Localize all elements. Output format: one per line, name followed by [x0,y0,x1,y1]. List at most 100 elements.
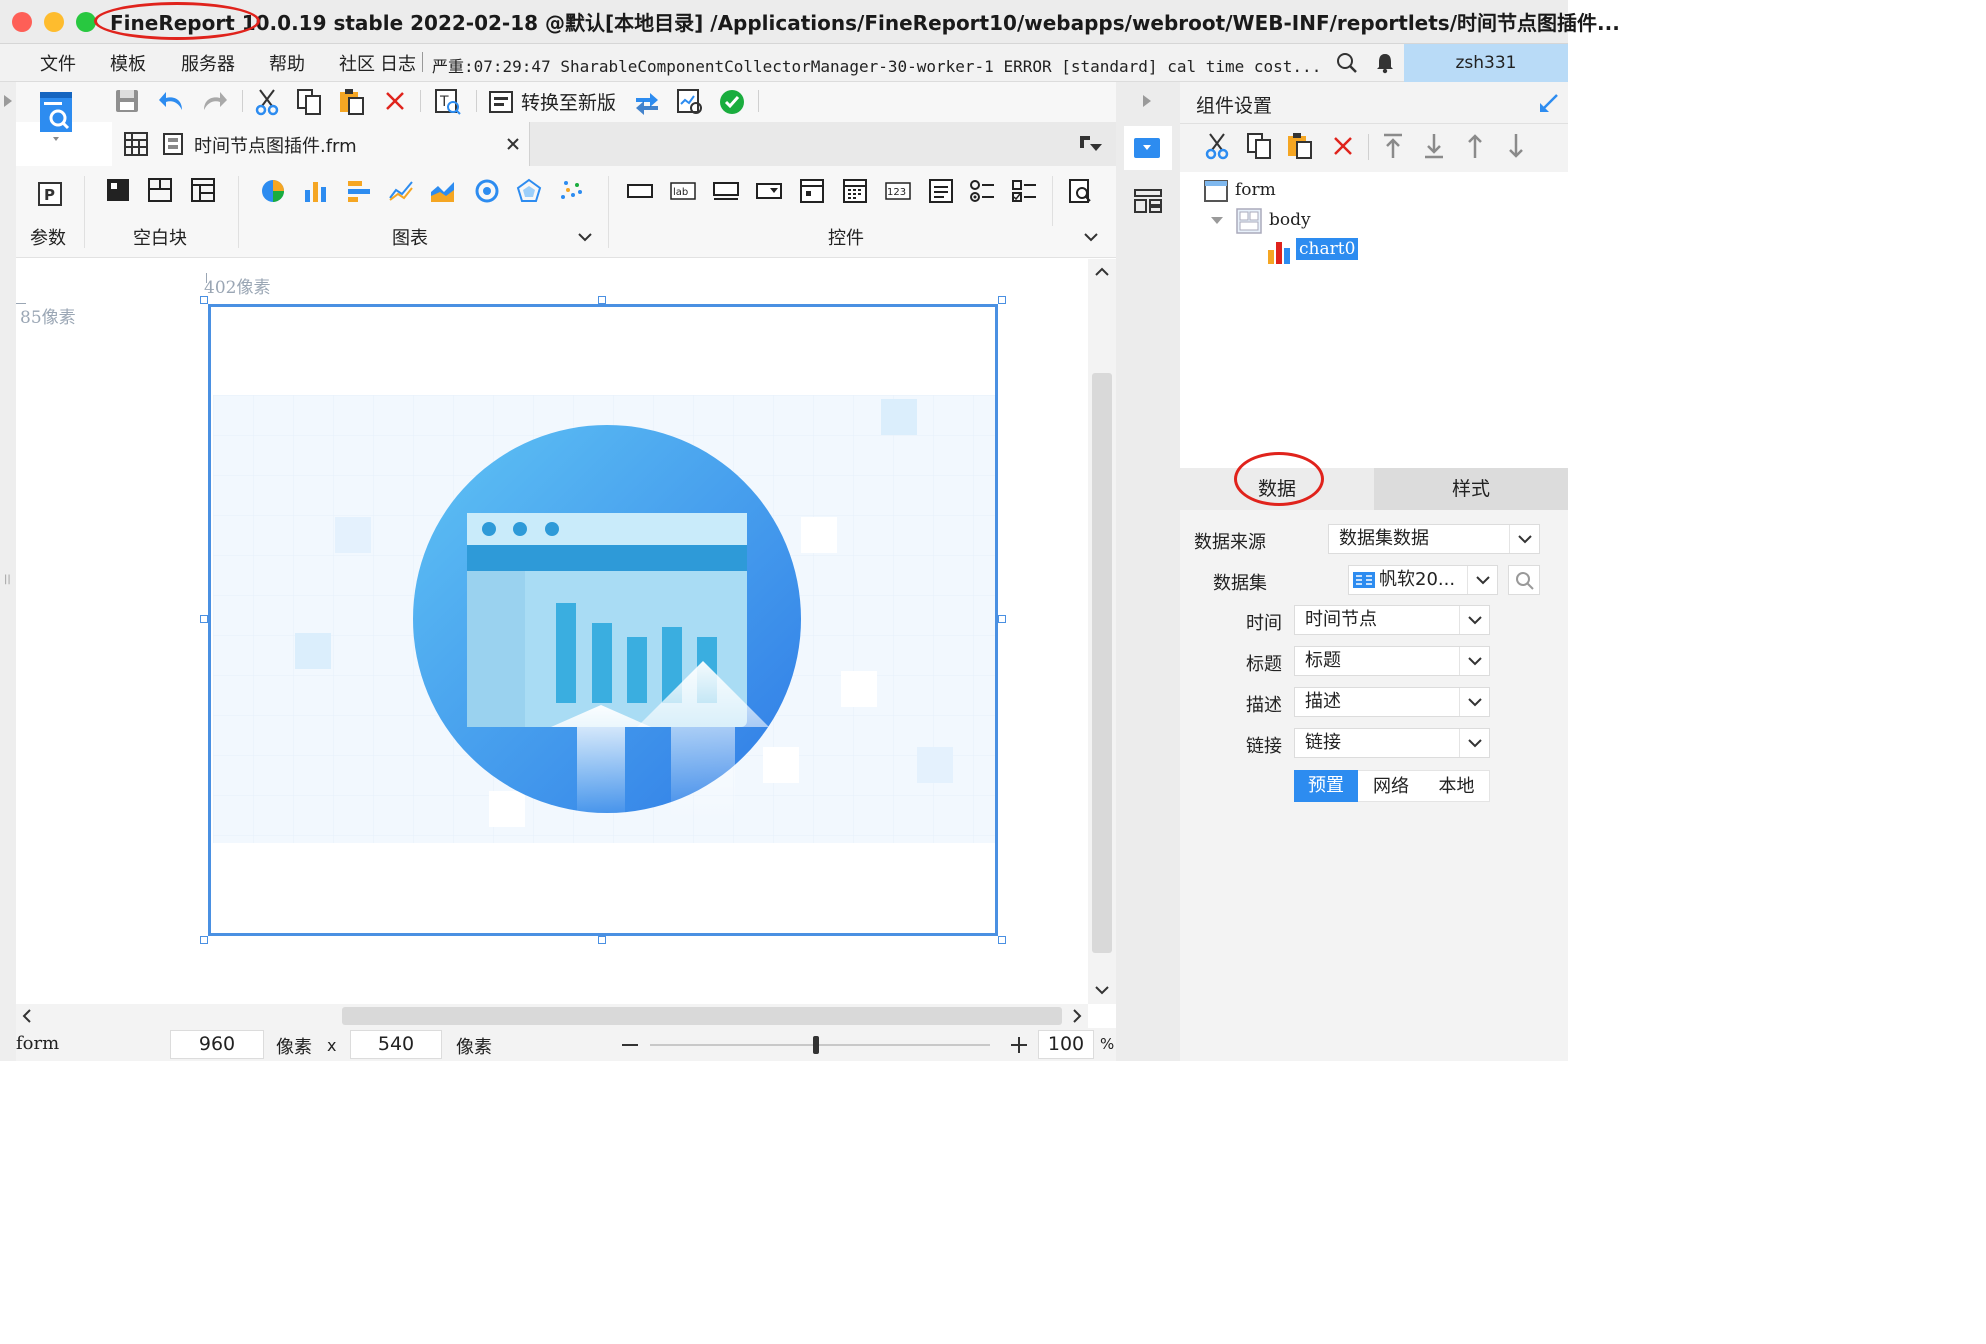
scroll-left-icon[interactable] [22,1009,32,1023]
textarea-widget-icon[interactable] [928,178,954,204]
tab-list-icon[interactable] [1080,136,1102,154]
copy-icon[interactable] [296,88,324,116]
pin-arrow-icon[interactable] [1538,92,1560,114]
paste-icon[interactable] [1286,132,1314,160]
number-widget-icon[interactable]: 123 [885,178,911,204]
pie-chart-icon[interactable] [260,178,286,204]
param-label[interactable]: 参数 [30,224,66,250]
parameter-icon[interactable]: P [38,182,62,206]
move-top-icon[interactable] [1382,132,1404,160]
menu-community[interactable]: 社区 [339,50,375,76]
delete-icon[interactable] [384,90,406,112]
save-icon[interactable] [114,88,140,114]
button-widget-icon[interactable] [627,178,653,204]
chevron-down-icon[interactable] [1084,232,1098,242]
chevron-down-icon[interactable] [1459,729,1489,757]
undo-icon[interactable] [158,88,186,114]
radar-chart-icon[interactable] [516,178,542,204]
tree-expand-icon[interactable] [1210,216,1224,226]
menu-template[interactable]: 模板 [110,50,146,76]
sync-arrows-icon[interactable] [632,88,662,116]
calendar-widget-icon[interactable] [842,178,868,204]
cut-icon[interactable] [1204,132,1230,160]
delete-icon[interactable] [1332,135,1354,157]
scroll-right-icon[interactable] [1072,1009,1082,1023]
chart-label[interactable]: 图表 [392,224,428,250]
split-block-icon[interactable] [148,178,174,204]
absolute-block-icon[interactable] [106,178,132,204]
menu-server[interactable]: 服务器 [181,50,235,76]
preview-check-icon[interactable] [676,88,704,116]
resize-handle[interactable] [998,615,1006,623]
time-select[interactable]: 时间节点 [1294,605,1490,635]
zoom-input[interactable]: 100 [1038,1030,1094,1059]
splitter-grip[interactable]: || [4,574,11,585]
move-bottom-icon[interactable] [1423,132,1445,160]
zoom-slider-thumb[interactable] [813,1036,819,1054]
tab-file[interactable]: 时间节点图插件.frm [112,122,530,166]
line-chart-icon[interactable] [388,178,414,204]
search-widget-icon[interactable] [1068,178,1094,204]
resize-handle[interactable] [598,936,606,944]
resize-handle[interactable] [200,936,208,944]
minimize-window-button[interactable] [44,12,64,32]
convert-icon[interactable] [488,88,516,116]
move-down-icon[interactable] [1505,132,1527,160]
scroll-down-icon[interactable] [1095,985,1109,995]
copy-icon[interactable] [1246,132,1274,160]
expand-arrow-icon[interactable] [3,94,13,108]
log-message[interactable]: 严重:07:29:47 SharableComponentCollectorMa… [432,53,1321,77]
blank-block-label[interactable]: 空白块 [133,224,187,250]
checkbox-group-icon[interactable] [1012,178,1038,204]
bell-icon[interactable] [1374,52,1396,74]
width-input[interactable]: 960 [170,1030,264,1059]
gauge-chart-icon[interactable] [474,178,500,204]
collapse-arrow-icon[interactable] [1142,94,1152,108]
height-input[interactable]: 540 [350,1030,442,1059]
user-account[interactable]: zsh331 [1404,44,1568,82]
menu-help[interactable]: 帮助 [269,50,305,76]
chart-widget-selected[interactable] [208,304,998,936]
title-select[interactable]: 标题 [1294,646,1490,676]
left-collapse-strip[interactable]: || [0,82,16,1061]
bar-chart-icon[interactable] [303,178,329,204]
chevron-down-icon[interactable] [578,232,592,242]
horizontal-bar-icon[interactable] [346,178,372,204]
tree-node-body[interactable]: body [1269,210,1311,230]
scatter-chart-icon[interactable] [558,178,584,204]
chevron-down-icon[interactable] [1459,606,1489,634]
resize-handle[interactable] [998,936,1006,944]
area-chart-icon[interactable] [430,178,456,204]
search-icon[interactable] [1336,52,1358,74]
description-select[interactable]: 描述 [1294,687,1490,717]
mode-preset-button[interactable]: 预置 [1294,770,1358,802]
move-up-icon[interactable] [1464,132,1486,160]
tree-node-chart0[interactable]: chart0 [1296,238,1359,260]
text-search-icon[interactable]: T [434,88,462,116]
menu-file[interactable]: 文件 [40,50,76,76]
tree-node-form[interactable]: form [1235,180,1276,200]
cut-icon[interactable] [254,88,280,116]
label-widget-icon[interactable]: lab [670,178,696,204]
dataset-select[interactable]: 帆软20... [1348,565,1498,595]
resize-handle[interactable] [200,296,208,304]
paste-icon[interactable] [338,88,366,116]
resize-handle[interactable] [598,296,606,304]
mode-local-button[interactable]: 本地 [1424,770,1490,802]
zoom-out-icon[interactable] [622,1044,638,1046]
vertical-scroll-thumb[interactable] [1092,373,1112,953]
design-canvas[interactable]: 402像素 85像素 [16,259,1088,1004]
horizontal-scroll-thumb[interactable] [342,1007,1062,1025]
layout-panel-icon[interactable] [1134,188,1162,214]
zoom-in-icon[interactable] [1010,1036,1028,1054]
dataset-search-button[interactable] [1508,565,1540,595]
chevron-down-icon[interactable] [1459,688,1489,716]
template-preview-icon[interactable] [38,90,74,142]
resize-handle[interactable] [200,615,208,623]
chevron-down-icon[interactable] [1509,525,1539,553]
convert-button[interactable]: 转换至新版 [521,88,616,115]
chevron-down-icon[interactable] [1467,566,1497,594]
scroll-up-icon[interactable] [1095,267,1109,277]
control-label[interactable]: 控件 [828,224,864,250]
mode-network-button[interactable]: 网络 [1358,770,1424,802]
